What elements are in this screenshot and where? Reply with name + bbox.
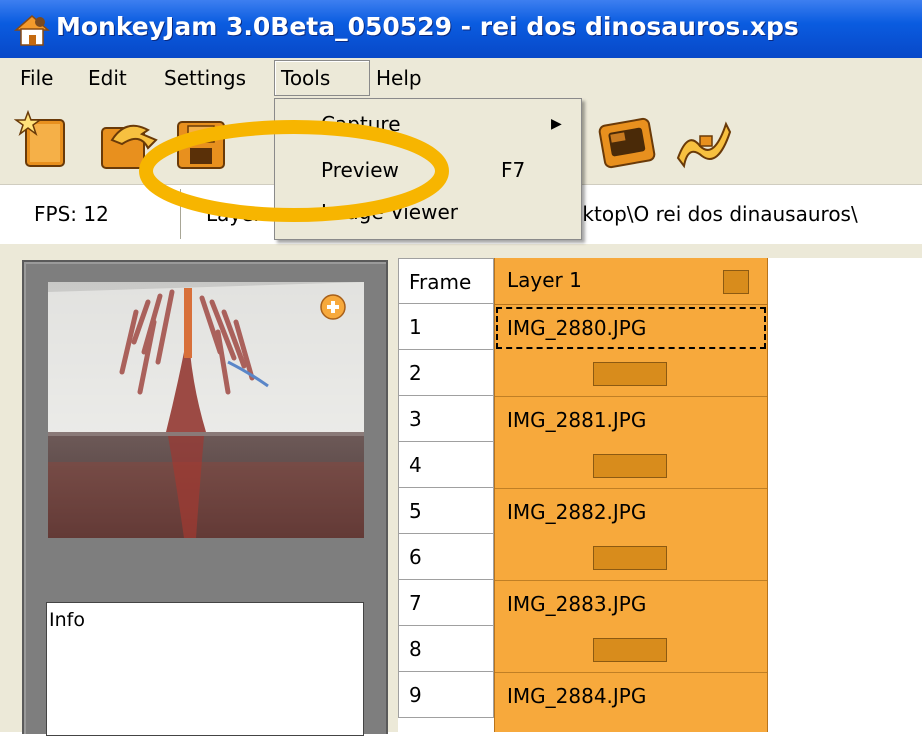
layer-cell-hold[interactable]: [495, 626, 767, 672]
layer-cell-image[interactable]: IMG_2882.JPG: [495, 488, 767, 534]
frame-number[interactable]: 1: [398, 304, 494, 350]
layer-cell-image[interactable]: IMG_2881.JPG: [495, 396, 767, 442]
menu-settings[interactable]: Settings: [158, 61, 252, 95]
film-icon[interactable]: [670, 110, 734, 172]
new-file-icon[interactable]: [14, 110, 78, 172]
hold-bar: [593, 362, 667, 386]
frame-number[interactable]: 8: [398, 626, 494, 672]
camera-icon[interactable]: [596, 110, 660, 172]
info-box: Info: [46, 602, 364, 736]
layer-cell-hold[interactable]: [495, 442, 767, 488]
layer-header[interactable]: Layer 1: [495, 258, 767, 305]
preview-panel: Info: [22, 260, 388, 736]
menu-item-label: Capture: [321, 112, 401, 136]
menu-item-shortcut: F7: [501, 158, 526, 182]
window-title: MonkeyJam 3.0Beta_050529 - rei dos dinos…: [56, 12, 799, 41]
frame-number[interactable]: 5: [398, 488, 494, 534]
menu-item-label: Preview: [321, 158, 399, 182]
title-bar: MonkeyJam 3.0Beta_050529 - rei dos dinos…: [0, 0, 922, 58]
workspace: Info Frame 1 2 3 4 5 6 7 8 9 Layer 1 IMG…: [0, 244, 922, 736]
layer-cell-image[interactable]: IMG_2880.JPG: [495, 306, 767, 350]
menu-edit[interactable]: Edit: [82, 61, 133, 95]
thumbnail-image: [48, 282, 364, 538]
status-separator: [180, 189, 184, 239]
layer-cell-image[interactable]: IMG_2883.JPG: [495, 580, 767, 626]
menu-item-label: Image Viewer: [321, 200, 458, 224]
menu-item-image-viewer[interactable]: Image Viewer: [275, 191, 581, 233]
layer-cell-image[interactable]: IMG_2884.JPG: [495, 672, 767, 718]
menu-file[interactable]: File: [14, 61, 59, 95]
house-icon[interactable]: [12, 10, 52, 50]
menu-item-capture[interactable]: Capture ▶: [275, 103, 581, 145]
frame-number[interactable]: 2: [398, 350, 494, 396]
hold-bar: [593, 638, 667, 662]
info-label: Info: [49, 609, 85, 631]
save-file-icon[interactable]: [170, 110, 234, 172]
fps-display: FPS: 12: [34, 202, 109, 226]
frame-header: Frame: [398, 258, 494, 304]
tools-dropdown-menu: Capture ▶ Preview F7 Image Viewer: [274, 98, 582, 240]
layer-color-swatch[interactable]: [723, 270, 749, 294]
exposure-sheet: Frame 1 2 3 4 5 6 7 8 9 Layer 1 IMG_2880…: [398, 258, 922, 732]
plus-circle-icon[interactable]: [320, 294, 346, 320]
frame-number[interactable]: 6: [398, 534, 494, 580]
layer-column: Layer 1 IMG_2880.JPG IMG_2881.JPG IMG_28…: [494, 258, 768, 732]
hold-bar: [593, 454, 667, 478]
hold-bar: [593, 546, 667, 570]
frame-number[interactable]: 3: [398, 396, 494, 442]
frame-number[interactable]: 4: [398, 442, 494, 488]
layer-cell-hold[interactable]: [495, 534, 767, 580]
menu-bar: File Edit Settings Tools Help: [0, 58, 922, 98]
layer-display: Layer: [206, 202, 262, 226]
layer-title: Layer 1: [507, 268, 582, 292]
menu-item-preview[interactable]: Preview F7: [275, 149, 581, 191]
frame-number[interactable]: 9: [398, 672, 494, 718]
path-display: sktop\O rei dos dinausauros\: [572, 202, 858, 226]
layer-cell-hold[interactable]: [495, 350, 767, 396]
menu-help[interactable]: Help: [370, 61, 428, 95]
submenu-arrow-icon: ▶: [551, 116, 562, 132]
frame-thumbnail[interactable]: [48, 282, 364, 538]
menu-tools[interactable]: Tools: [274, 60, 370, 96]
open-file-icon[interactable]: [96, 110, 160, 172]
frame-number[interactable]: 7: [398, 580, 494, 626]
